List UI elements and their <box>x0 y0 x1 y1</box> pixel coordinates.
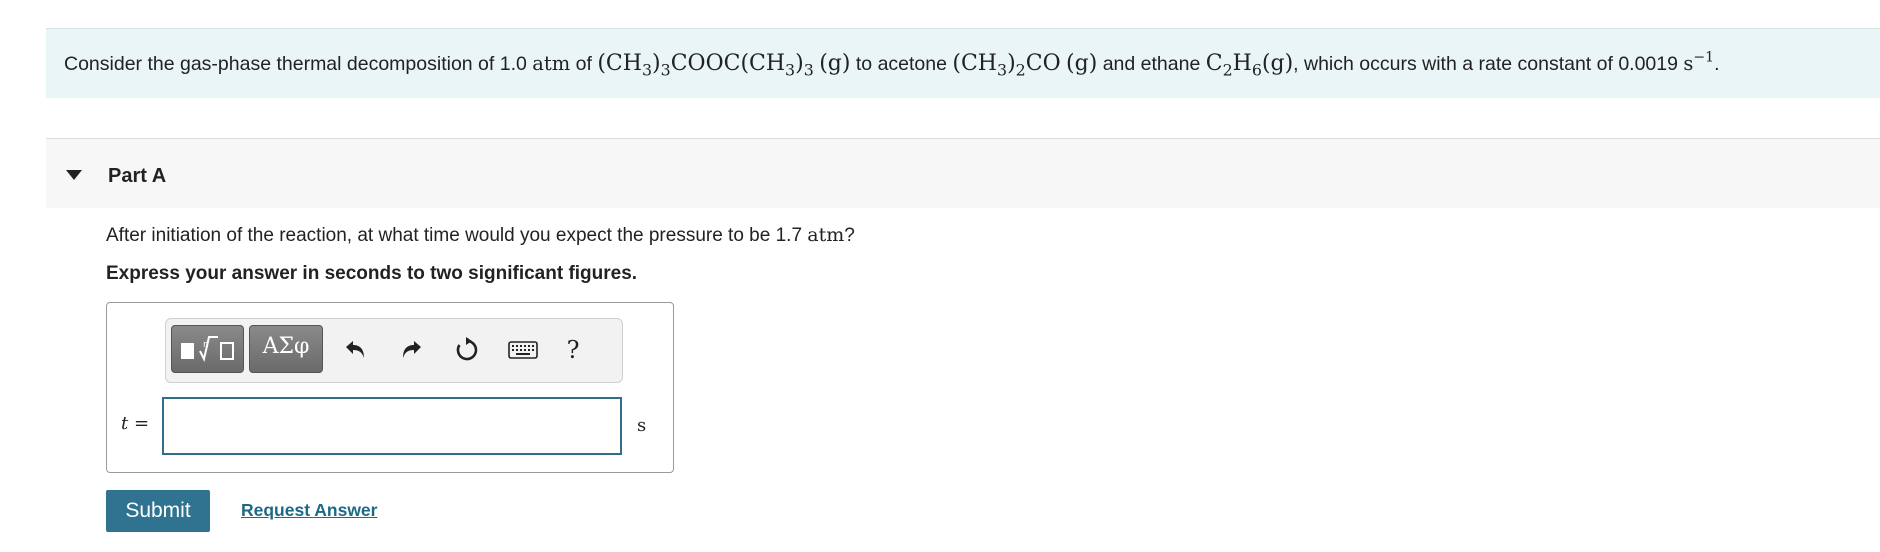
redo-icon <box>403 341 421 358</box>
symbols-button[interactable]: ΑΣφ <box>249 325 323 373</box>
problem-statement: Consider the gas-phase thermal decomposi… <box>64 49 1720 80</box>
acetone-formula: (CH3)2CO <box>952 51 1061 80</box>
reset-icon <box>456 337 478 361</box>
problem-intro: Consider the gas-phase thermal decomposi… <box>46 28 1880 98</box>
templates-icon: n <box>180 336 234 362</box>
answer-instruction: Express your answer in seconds to two si… <box>106 263 638 284</box>
variable-label: t = <box>121 413 150 434</box>
help-button[interactable]: ? <box>553 333 593 367</box>
svg-text:n: n <box>203 340 209 350</box>
keyboard-icon <box>508 341 538 359</box>
part-a-header[interactable]: Part A <box>46 138 1880 208</box>
templates-button[interactable]: n <box>171 325 244 373</box>
collapse-triangle-icon[interactable] <box>66 170 82 180</box>
ethane-formula: C2H6 <box>1205 51 1262 80</box>
math-toolbar: n ΑΣφ ? <box>165 318 623 383</box>
answer-input[interactable] <box>162 397 622 455</box>
question-text: After initiation of the reaction, at wha… <box>106 224 855 246</box>
unit-label: s <box>637 415 647 436</box>
keyboard-button[interactable] <box>506 333 540 367</box>
answer-box: n ΑΣφ ? t = s <box>106 302 674 473</box>
part-title: Part A <box>108 165 167 187</box>
reset-button[interactable] <box>450 333 484 367</box>
submit-button[interactable]: Submit <box>106 490 210 532</box>
request-answer-link[interactable]: Request Answer <box>241 500 377 521</box>
undo-icon <box>346 341 364 358</box>
redo-button[interactable] <box>395 333 429 367</box>
undo-button[interactable] <box>338 333 372 367</box>
reactant-formula: (CH3)3COOC(CH3)3 <box>597 51 814 80</box>
